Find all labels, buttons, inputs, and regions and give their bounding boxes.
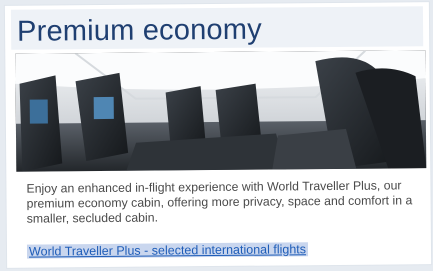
cabin-illustration [15, 50, 427, 172]
cabin-photo [15, 50, 427, 172]
description-text: Enjoy an enhanced in-flight experience w… [26, 178, 413, 226]
world-traveller-plus-link[interactable]: World Traveller Plus - selected internat… [26, 242, 309, 259]
premium-economy-card: Premium economy Enjoy an enhanced in-fli… [4, 2, 432, 268]
page-title: Premium economy [16, 13, 262, 48]
